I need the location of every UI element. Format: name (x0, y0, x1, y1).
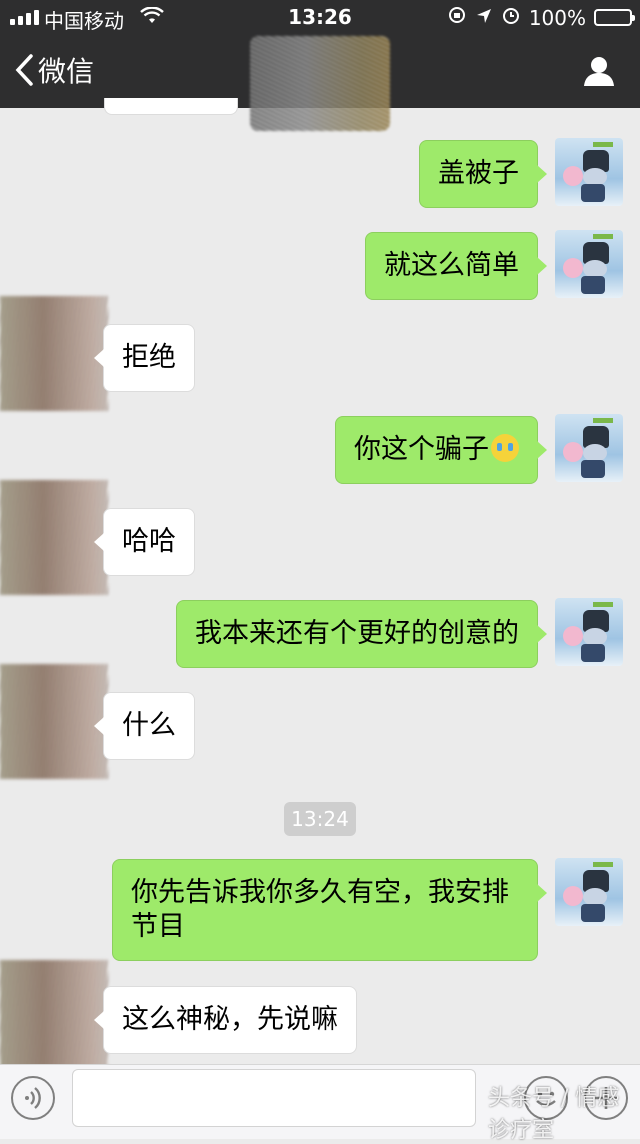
message-input[interactable] (72, 1069, 476, 1127)
back-label: 微信 (38, 55, 95, 88)
message-text: 你先告诉我你多久有空，我安排节目 (131, 877, 509, 942)
message-bubble-sent[interactable]: 你先告诉我你多久有空，我安排节目 (112, 859, 547, 961)
back-button[interactable]: 微信 (14, 50, 94, 90)
my-avatar[interactable] (555, 598, 623, 666)
location-icon (475, 6, 493, 30)
battery-icon (594, 9, 635, 26)
message-bubble-received[interactable]: 什么 (94, 692, 195, 760)
time-divider: 13:24 (284, 802, 356, 836)
message-bubble-sent[interactable]: 你这个骗子 (335, 416, 547, 484)
contact-avatar-redacted[interactable] (0, 664, 108, 779)
message-bubble-sent[interactable]: 就这么简单 (365, 232, 547, 300)
chat-area[interactable]: 盖被子 就这么简单 拒绝 你这个骗子 哈哈 我本来还有个更好的创意的 什么 13… (0, 98, 640, 1075)
my-avatar[interactable] (555, 414, 623, 482)
contact-avatar-redacted[interactable] (0, 480, 108, 595)
voice-input-button[interactable] (11, 1076, 55, 1120)
contact-avatar-redacted[interactable] (0, 296, 108, 411)
status-right: 100% (447, 5, 635, 30)
my-avatar[interactable] (555, 138, 623, 206)
nav-bar: 微信 (0, 36, 640, 131)
message-text: 拒绝 (122, 342, 176, 373)
battery-percent: 100% (528, 5, 586, 30)
message-text: 盖被子 (438, 158, 519, 189)
crying-face-icon (491, 434, 519, 462)
top-bar: 中国移动 13:26 100% 微信 (0, 0, 640, 131)
message-text: 就这么简单 (384, 250, 519, 281)
message-bubble-sent[interactable]: 我本来还有个更好的创意的 (176, 600, 547, 668)
message-text: 我本来还有个更好的创意的 (195, 618, 519, 649)
contact-avatar-redacted[interactable] (0, 960, 108, 1075)
person-icon[interactable] (582, 54, 616, 92)
message-bubble-received[interactable]: 这么神秘，先说嘛 (94, 986, 357, 1054)
my-avatar[interactable] (555, 858, 623, 926)
my-avatar[interactable] (555, 230, 623, 298)
voice-icon (25, 1087, 41, 1109)
message-bubble-cut-off (104, 98, 238, 115)
alarm-icon (501, 5, 521, 30)
orientation-lock-icon (447, 5, 467, 30)
message-bubble-received[interactable]: 拒绝 (94, 324, 195, 392)
message-bubble-sent[interactable]: 盖被子 (419, 140, 547, 208)
status-bar: 中国移动 13:26 100% (0, 0, 640, 36)
message-text: 你这个骗子 (354, 434, 489, 465)
message-text: 这么神秘，先说嘛 (122, 1004, 338, 1035)
message-text: 哈哈 (122, 526, 176, 557)
chevron-left-icon (14, 53, 34, 87)
message-bubble-received[interactable]: 哈哈 (94, 508, 195, 576)
message-text: 什么 (122, 710, 176, 741)
watermark: 头条号 / 情感诊疗室 (488, 1086, 620, 1143)
